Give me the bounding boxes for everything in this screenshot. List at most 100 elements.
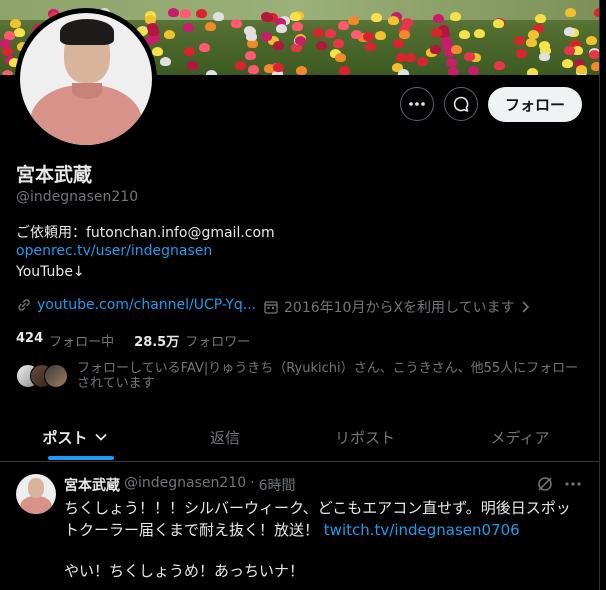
avatar-collar — [72, 83, 102, 99]
tulip — [261, 12, 272, 21]
post-avatar[interactable] — [16, 474, 56, 514]
tulip — [468, 66, 479, 75]
tab-label: 返信 — [209, 428, 240, 447]
grok-button[interactable] — [536, 475, 554, 497]
tulip — [526, 38, 537, 47]
tulip — [493, 19, 504, 28]
followed-by-avatars[interactable] — [16, 364, 68, 388]
tab-posts[interactable]: ポスト — [0, 413, 150, 461]
tulip — [514, 36, 525, 45]
more-horizontal-icon — [409, 102, 425, 106]
tulip — [402, 18, 413, 27]
avatar-photo — [20, 13, 152, 145]
tulip — [273, 63, 284, 72]
tulip — [494, 61, 505, 70]
post-author-handle[interactable]: @indegnasen210 — [124, 475, 246, 495]
scrollbar[interactable] — [599, 0, 606, 590]
post-avatar-face — [28, 478, 44, 498]
tulip — [464, 52, 475, 61]
tab-media[interactable]: メディア — [445, 413, 595, 461]
post-more-button[interactable] — [564, 475, 582, 497]
followers-label[interactable]: フォロワー — [185, 331, 250, 350]
post-link[interactable]: twitch.tv/indegnasen0706 — [324, 521, 520, 539]
bio-line: ご依頼用：futonchan.info@gmail.com — [16, 225, 275, 241]
profile-avatar[interactable] — [15, 8, 157, 150]
website-link[interactable]: youtube.com/channel/UCP-Yq... — [37, 297, 256, 313]
bio-link[interactable]: openrec.tv/user/indegnasen — [16, 243, 212, 259]
link-icon — [18, 299, 30, 311]
follow-button[interactable]: フォロー — [488, 87, 582, 122]
active-tab-indicator — [48, 456, 114, 460]
tulip — [231, 19, 242, 28]
tulip — [187, 61, 198, 70]
follow-stats: 424 フォロー中 28.5万 フォロワー — [16, 331, 264, 350]
tulip — [148, 27, 159, 36]
post-separator: · — [250, 475, 255, 491]
chevron-right-icon — [522, 301, 529, 313]
tulip — [196, 9, 207, 18]
tulip — [164, 30, 175, 39]
followers-count[interactable]: 28.5万 — [134, 331, 179, 350]
tulip — [565, 8, 576, 17]
calendar-icon — [264, 301, 278, 314]
profile-tabs: ポスト 返信 リポスト メディア — [0, 413, 600, 462]
tulip — [333, 39, 344, 48]
tulip — [433, 14, 444, 23]
joined-date: 2016年10月からXを利用しています — [284, 300, 515, 316]
tulip — [338, 21, 349, 30]
tulip — [184, 47, 195, 56]
tulip — [276, 24, 287, 33]
following-label[interactable]: フォロー中 — [49, 331, 114, 350]
tulip — [398, 69, 409, 75]
tulip — [371, 13, 382, 22]
tulip — [446, 58, 457, 67]
chevron-down-icon — [94, 433, 107, 441]
tulip — [213, 12, 224, 21]
tulip — [325, 29, 336, 38]
tulip — [261, 32, 272, 41]
tulip — [450, 12, 461, 21]
tab-reposts[interactable]: リポスト — [290, 413, 440, 461]
avatar — [44, 364, 68, 388]
joined-meta[interactable]: 2016年10月からXを利用しています — [263, 297, 531, 317]
post-avatar-shirt — [20, 496, 52, 514]
followed-by-text[interactable]: フォローしているFAV|りゅうきち（Ryukichi）さん、こうきさん、他55人… — [77, 361, 587, 391]
tulip — [474, 29, 485, 38]
tulip — [290, 12, 301, 21]
tulip — [399, 30, 410, 39]
tulip — [528, 30, 539, 39]
profile-name: 宮本武蔵 — [16, 164, 93, 186]
post-header: 宮本武蔵 @indegnasen210 · 6時間 — [64, 475, 295, 495]
tulip — [10, 19, 21, 28]
tulip — [199, 43, 210, 52]
tulip — [375, 31, 386, 40]
more-button[interactable] — [400, 87, 434, 121]
tab-label: メディア — [490, 428, 550, 447]
tulip — [273, 41, 284, 50]
tulip — [295, 36, 306, 45]
avatar-hair — [60, 19, 114, 45]
tulip — [180, 9, 191, 18]
tulip — [348, 16, 359, 25]
tulip — [363, 32, 374, 41]
tulip — [351, 30, 362, 39]
tab-replies[interactable]: 返信 — [150, 413, 300, 461]
tulip — [417, 57, 428, 66]
post-time[interactable]: 6時間 — [259, 475, 296, 495]
tulip — [296, 66, 307, 75]
post-author-name[interactable]: 宮本武蔵 — [64, 475, 120, 495]
following-count[interactable]: 424 — [16, 331, 43, 350]
tulip — [2, 70, 13, 75]
tulip — [205, 22, 216, 31]
website-meta[interactable]: youtube.com/channel/UCP-Yq... — [16, 297, 256, 313]
message-button[interactable] — [444, 87, 478, 121]
tulip — [313, 28, 324, 37]
tulip — [339, 66, 350, 75]
tulip — [235, 61, 246, 70]
tulip — [448, 67, 459, 75]
tulip — [535, 14, 546, 23]
tulip — [152, 47, 163, 56]
tulip — [2, 47, 13, 56]
tulip — [516, 49, 527, 58]
tulip — [365, 42, 376, 51]
